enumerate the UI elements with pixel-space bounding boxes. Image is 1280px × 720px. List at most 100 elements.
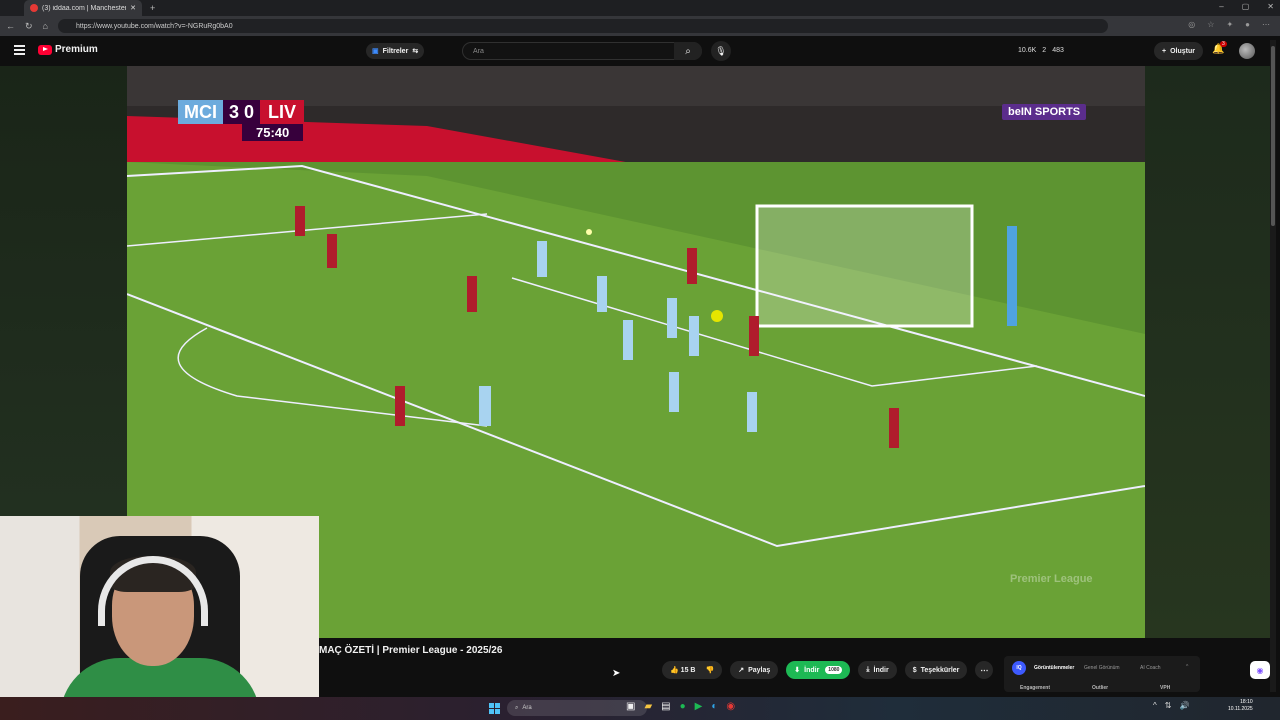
clock-date: 10.11.2025 <box>1228 706 1253 712</box>
system-tray: ^ ⇅ 🔊 <box>1153 701 1189 710</box>
search-placeholder: Ara <box>473 47 484 55</box>
thanks-label: Teşekkürler <box>920 666 960 674</box>
share-icon: ↗ <box>738 667 745 674</box>
extension-icon[interactable]: ◎ <box>1188 20 1195 29</box>
like-count: 15 B <box>680 667 696 674</box>
broadcaster-logo: beIN SPORTS <box>1002 104 1087 120</box>
store-icon[interactable]: ▤ <box>661 701 670 712</box>
channel-stats: 10.6K 2 483 <box>1018 47 1064 54</box>
league-watermark: Premier League <box>1010 573 1093 585</box>
subtab-vph[interactable]: VPH <box>1160 685 1170 691</box>
network-icon[interactable]: ⇅ <box>1165 701 1172 710</box>
stat-views: 10.6K <box>1018 47 1037 54</box>
edge-icon[interactable]: ◐ <box>711 701 717 712</box>
back-icon[interactable]: ← <box>6 21 15 31</box>
minimize-button[interactable]: – <box>1219 2 1223 11</box>
reload-icon[interactable]: ↻ <box>25 21 33 32</box>
media-player-icon[interactable]: ▶ <box>695 701 703 712</box>
plus-icon: + <box>1162 47 1167 55</box>
profile-icon[interactable]: ● <box>1245 20 1250 29</box>
youtube-header: Premium ▣ Filtreler ⇆ Ara ⌕ 🎙 10.6K 2 48… <box>0 36 1280 66</box>
filters-button[interactable]: ▣ Filtreler ⇆ <box>366 43 425 59</box>
video-title: MAÇ ÖZETİ | Premier League - 2025/26 <box>319 645 503 656</box>
maximize-button[interactable]: ▢ <box>1242 2 1250 11</box>
more-actions-button[interactable]: ⋯ <box>975 661 994 679</box>
browser-menu-icon[interactable]: ⋯ <box>1262 20 1270 29</box>
extension-logo-icon: IQ <box>1012 661 1026 675</box>
download2-label: İndir <box>873 666 889 674</box>
webcam-overlay <box>0 516 319 720</box>
thanks-icon: $ <box>912 666 917 674</box>
logo-text: Premium <box>55 44 98 55</box>
filters-label: Filtreler <box>382 47 409 55</box>
collapse-chevron-icon[interactable]: ^ <box>1186 664 1188 670</box>
tab-title: (3) iddaa.com | Manchester C... <box>42 4 127 12</box>
download-arrow-icon: ⤓ <box>866 666 870 673</box>
stat-second: 2 <box>1042 47 1047 54</box>
quality-select[interactable]: 1080 <box>825 666 843 674</box>
match-scoreboard: MCI 3 0 LIV <box>178 100 305 124</box>
analytics-extension-panel: IQ Görüntülenmeler Genel Görünüm AI Coac… <box>1004 656 1200 692</box>
filter-icon: ▣ <box>372 48 379 55</box>
search-icon: ⌕ <box>685 45 691 57</box>
show-hidden-icons[interactable]: ^ <box>1153 701 1157 710</box>
subtab-outlier[interactable]: Outlier <box>1092 685 1108 691</box>
home-team: MCI <box>178 100 223 124</box>
away-team: LIV <box>260 100 305 124</box>
extensions-icon[interactable]: ✦ <box>1226 20 1233 29</box>
scrollbar-thumb[interactable] <box>1271 46 1275 226</box>
video-actions: 👍 15 B 👎 ↗ Paylaş ⬇ İndir 1080 ⤓ İndir $… <box>662 661 994 679</box>
close-tab-icon[interactable]: ✕ <box>130 4 136 12</box>
notification-badge: 3 <box>1220 41 1227 47</box>
new-tab-icon[interactable]: + <box>150 3 155 13</box>
like-button[interactable]: 👍 15 B <box>670 666 695 674</box>
youtube-favicon-icon <box>30 4 38 12</box>
tab-views[interactable]: Görüntülenmeler <box>1034 665 1074 671</box>
taskbar-apps: ▣ ▰ ▤ ● ▶ ◐ ◉ <box>626 701 735 712</box>
browser-tab-bar: (3) iddaa.com | Manchester C... ✕ + – ▢ … <box>0 0 1280 16</box>
search-input[interactable]: Ara <box>462 42 702 60</box>
share-button[interactable]: ↗ Paylaş <box>730 661 779 679</box>
ai-assistant-button[interactable]: ◉ <box>1250 661 1270 679</box>
stat-third: 483 <box>1052 47 1064 54</box>
address-bar[interactable]: https://www.youtube.com/watch?v=-NGRuRg0… <box>58 19 1108 33</box>
url-text: https://www.youtube.com/watch?v=-NGRuRg0… <box>76 22 233 30</box>
download-label: İndir <box>804 666 820 674</box>
bookmark-icon[interactable]: ☆ <box>1207 20 1214 29</box>
chrome-icon[interactable]: ◉ <box>726 701 735 712</box>
ambient-background-right <box>1145 66 1270 638</box>
extension-icons: ◎ ☆ ✦ ● ⋯ <box>1188 20 1270 29</box>
voice-search-button[interactable]: 🎙 <box>711 41 731 61</box>
score: 3 0 <box>223 100 261 124</box>
subtab-engagement[interactable]: Engagement <box>1020 685 1050 691</box>
tab-overview[interactable]: Genel Görünüm <box>1084 665 1120 671</box>
avatar[interactable] <box>1239 43 1255 59</box>
share-label: Paylaş <box>748 666 771 674</box>
task-view-icon[interactable]: ▣ <box>626 701 635 712</box>
spotify-icon[interactable]: ● <box>680 701 686 712</box>
taskbar-clock[interactable]: 18:10 10.11.2025 <box>1228 699 1253 713</box>
clock-time: 18:10 <box>1240 699 1253 705</box>
menu-icon[interactable] <box>14 45 25 55</box>
home-icon[interactable]: ⌂ <box>43 21 48 31</box>
create-button[interactable]: + Oluştur <box>1154 42 1203 60</box>
youtube-logo[interactable]: Premium <box>38 44 98 55</box>
youtube-play-icon <box>38 44 52 55</box>
taskbar-search-placeholder: Ara <box>522 705 532 711</box>
like-dislike-group: 👍 15 B 👎 <box>662 661 723 679</box>
tab-ai-coach[interactable]: AI Coach <box>1140 665 1161 671</box>
browser-tab[interactable]: (3) iddaa.com | Manchester C... ✕ <box>24 0 142 16</box>
download-icon: ⬇ <box>794 667 801 674</box>
thanks-button[interactable]: $ Teşekkürler <box>904 661 968 679</box>
download-extension-button[interactable]: ⬇ İndir 1080 <box>786 661 851 679</box>
download-button[interactable]: ⤓ İndir <box>858 661 897 679</box>
windows-start-icon[interactable] <box>489 703 500 714</box>
search-button[interactable]: ⌕ <box>674 42 702 60</box>
close-window-button[interactable]: ✕ <box>1267 2 1274 11</box>
create-label: Oluştur <box>1170 47 1195 55</box>
file-explorer-icon[interactable]: ▰ <box>644 701 652 712</box>
microphone-icon: 🎙 <box>715 45 727 56</box>
dislike-button[interactable]: 👎 <box>705 666 714 674</box>
browser-toolbar: ← ↻ ⌂ https://www.youtube.com/watch?v=-N… <box>0 16 1280 36</box>
volume-icon[interactable]: 🔊 <box>1179 701 1189 710</box>
